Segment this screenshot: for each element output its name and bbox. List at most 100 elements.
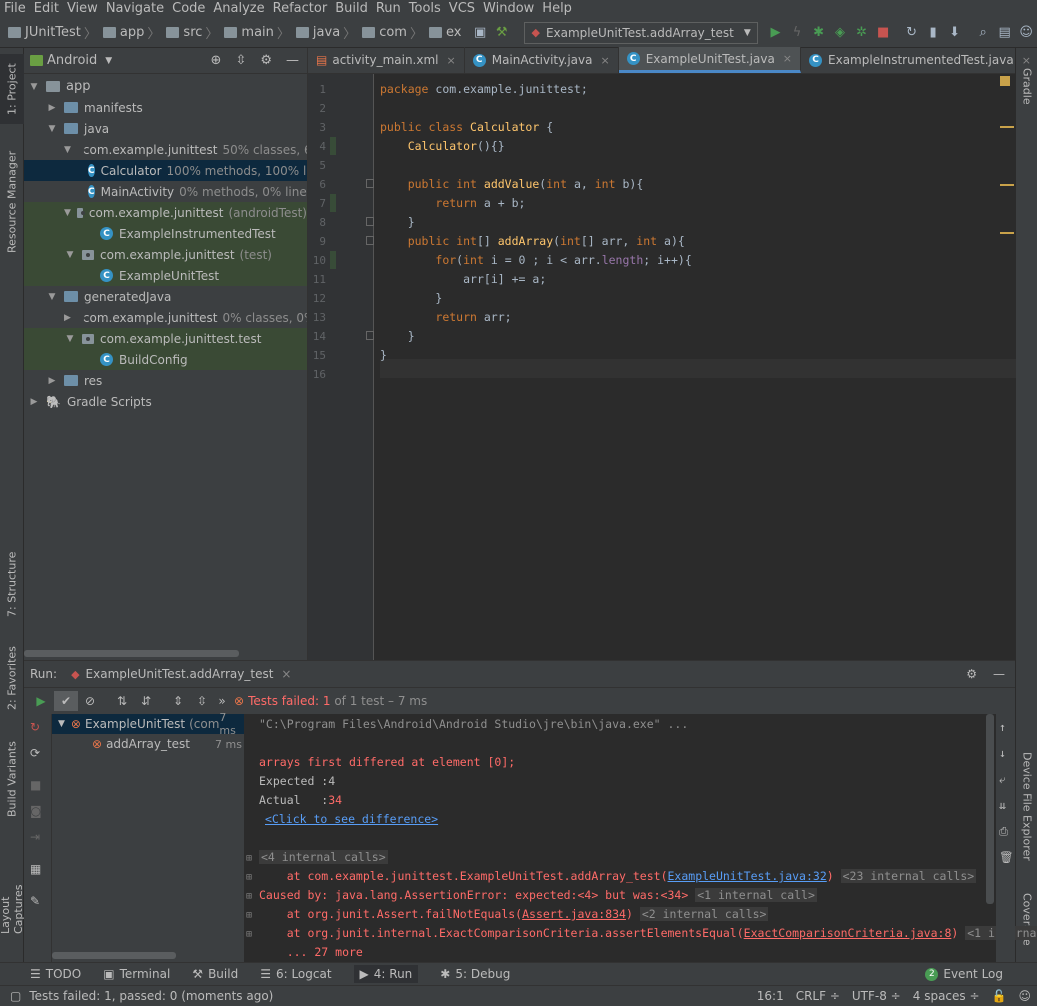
avd-manager-icon[interactable]: ▮ <box>925 24 941 42</box>
tree-item[interactable]: ▼ com.example.junittest (androidTest) <box>24 202 307 223</box>
lock-icon[interactable]: 🔓 <box>992 989 1007 1003</box>
layout-icon[interactable]: ▣ <box>472 24 488 42</box>
show-passed-icon[interactable]: ✔ <box>54 691 78 711</box>
console-output[interactable]: "C:\Program Files\Android\Android Studio… <box>244 714 1037 963</box>
rerun-failed-icon[interactable]: ↻ <box>30 720 40 734</box>
breadcrumb-item-app[interactable]: app 〉 <box>102 23 164 42</box>
expand-icon[interactable]: ⊞ <box>246 891 252 902</box>
down-arrow-icon[interactable]: ↓ <box>999 746 1006 760</box>
chevron-right-icon[interactable]: ▶ <box>64 313 71 323</box>
tab-example-instrumented-test-java[interactable]: C ExampleInstrumentedTest.java × <box>801 47 1037 73</box>
warning-marker[interactable] <box>1000 126 1014 128</box>
event-log-button[interactable]: 2 Event Log <box>925 967 1003 981</box>
breadcrumb-item-com[interactable]: com 〉 <box>362 23 426 42</box>
tree-item[interactable]: ▼ app <box>24 76 307 97</box>
indent-select[interactable]: 4 spaces ÷ <box>913 989 980 1003</box>
run-icon[interactable]: ▶ <box>768 24 784 42</box>
change-marker[interactable] <box>330 194 336 212</box>
memory-icon[interactable]: ☺ <box>1018 989 1031 1003</box>
run-tab[interactable]: ◆ ExampleUnitTest.addArray_test × <box>71 667 291 681</box>
sort-alpha-icon[interactable]: ⇅ <box>110 694 134 708</box>
fold-icon[interactable] <box>366 217 374 226</box>
menu-refactor[interactable]: Refactor <box>269 0 332 18</box>
pin-icon[interactable]: ✎ <box>30 894 40 908</box>
stop-icon[interactable]: ■ <box>875 24 891 42</box>
sort-duration-icon[interactable]: ⇵ <box>134 694 158 708</box>
tab-logcat[interactable]: ☰ 6: Logcat <box>260 967 331 981</box>
warning-marker[interactable] <box>1000 184 1014 186</box>
scroll-to-end-icon[interactable]: ⇊ <box>999 798 1006 812</box>
minimize-icon[interactable]: — <box>993 667 1005 681</box>
chevron-right-icon[interactable]: ▶ <box>46 376 58 386</box>
menu-file[interactable]: File <box>0 0 30 18</box>
tab-main-activity-java[interactable]: C MainActivity.java × <box>465 47 619 73</box>
toggle-autotest-icon[interactable]: ⟳ <box>30 746 40 760</box>
collapse-all-icon[interactable]: ⇳ <box>190 694 214 708</box>
tab-terminal[interactable]: ▣ Terminal <box>103 967 170 981</box>
coverage-icon[interactable]: ◈ <box>832 24 848 42</box>
menu-vcs[interactable]: VCS <box>445 0 479 18</box>
tab-example-unit-test-java[interactable]: C ExampleUnitTest.java × <box>618 47 802 73</box>
show-ignored-icon[interactable]: ⊘ <box>78 694 102 708</box>
tree-item[interactable]: C MainActivity 0% methods, 0% lines <box>24 181 307 202</box>
tree-item[interactable]: ▶ manifests <box>24 97 307 118</box>
chevron-down-icon[interactable]: ▼ <box>64 208 71 218</box>
tree-item[interactable]: ▼ com.example.junittest.test <box>24 328 307 349</box>
up-arrow-icon[interactable]: ↑ <box>999 720 1006 734</box>
change-marker[interactable] <box>330 251 336 269</box>
stop-icon[interactable]: ■ <box>30 778 41 792</box>
code-area[interactable]: package com.example.junittest; public cla… <box>380 74 1016 660</box>
project-structure-icon[interactable]: ▤ <box>997 24 1013 42</box>
project-view-select[interactable]: Android <box>47 53 97 68</box>
horizontal-scrollbar[interactable] <box>52 952 176 959</box>
tree-item[interactable]: ▶ res <box>24 370 307 391</box>
tab-structure[interactable]: 7: Structure <box>0 542 24 626</box>
stack-link[interactable]: Assert.java:834 <box>522 907 626 921</box>
tab-coverage[interactable]: Coverage <box>1016 884 1037 954</box>
tree-item[interactable]: C Calculator 100% methods, 100% li <box>24 160 307 181</box>
expand-icon[interactable]: ⊞ <box>246 853 252 864</box>
menu-edit[interactable]: Edit <box>30 0 63 18</box>
status-message[interactable]: Tests failed: 1, passed: 0 (moments ago) <box>29 989 273 1003</box>
caret-position[interactable]: 16:1 <box>757 989 784 1003</box>
tab-favorites[interactable]: 2: Favorites <box>0 638 24 718</box>
chevron-down-icon[interactable]: ▼ <box>46 124 58 134</box>
tree-item[interactable]: C ExampleUnitTest <box>24 265 307 286</box>
chevron-down-icon[interactable]: ▼ <box>46 292 58 302</box>
close-icon[interactable]: × <box>783 52 792 65</box>
menu-navigate[interactable]: Navigate <box>102 0 168 18</box>
menu-analyze[interactable]: Analyze <box>209 0 268 18</box>
stack-link[interactable]: ExactComparisonCriteria.java:8 <box>744 926 952 940</box>
layout-icon[interactable]: ▦ <box>30 862 41 876</box>
tab-todo[interactable]: ☰ TODO <box>30 967 81 981</box>
tree-item[interactable]: ▶ 🐘 Gradle Scripts <box>24 391 307 412</box>
user-icon[interactable]: ☺ <box>1018 24 1034 42</box>
tab-debug[interactable]: ✱ 5: Debug <box>440 967 510 981</box>
tree-item[interactable]: ▼ com.example.junittest 50% classes, 62 <box>24 139 307 160</box>
menu-code[interactable]: Code <box>168 0 209 18</box>
chevron-down-icon[interactable]: ▼ <box>28 82 40 92</box>
tab-project[interactable]: 1: Project <box>0 54 24 124</box>
line-separator-select[interactable]: CRLF ÷ <box>796 989 840 1003</box>
tab-run[interactable]: ▶ 4: Run <box>353 965 419 983</box>
tree-item[interactable]: ▼ com.example.junittest (test) <box>24 244 307 265</box>
fold-icon[interactable] <box>366 236 374 245</box>
test-result-row[interactable]: ▼ ⊗ ExampleUnitTest (com 7 ms <box>52 711 244 737</box>
search-icon[interactable]: ⌕ <box>975 24 991 42</box>
menu-view[interactable]: View <box>63 0 102 18</box>
menu-tools[interactable]: Tools <box>405 0 445 18</box>
tree-item[interactable]: ▼ generatedJava <box>24 286 307 307</box>
sync-gradle-icon[interactable]: ↻ <box>904 24 920 42</box>
test-result-row[interactable]: ⊗ addArray_test 7 ms <box>52 734 244 754</box>
tab-layout-captures[interactable]: Layout Captures <box>0 844 25 934</box>
tree-item[interactable]: C BuildConfig <box>24 349 307 370</box>
gear-icon[interactable]: ⚙ <box>966 667 977 681</box>
fold-icon[interactable] <box>366 331 374 340</box>
tab-device-file-explorer[interactable]: Device File Explorer <box>1016 744 1037 868</box>
breadcrumb-item-ex[interactable]: ex <box>428 25 461 40</box>
run-configuration-select[interactable]: ◆ ExampleUnitTest.addArray_test ▼ <box>524 21 758 44</box>
menu-help[interactable]: Help <box>538 0 576 18</box>
menu-run[interactable]: Run <box>372 0 405 18</box>
panel-toggle-icon[interactable]: ▢ <box>10 989 21 1003</box>
tree-item[interactable]: ▶ com.example.junittest 0% classes, 0% <box>24 307 307 328</box>
